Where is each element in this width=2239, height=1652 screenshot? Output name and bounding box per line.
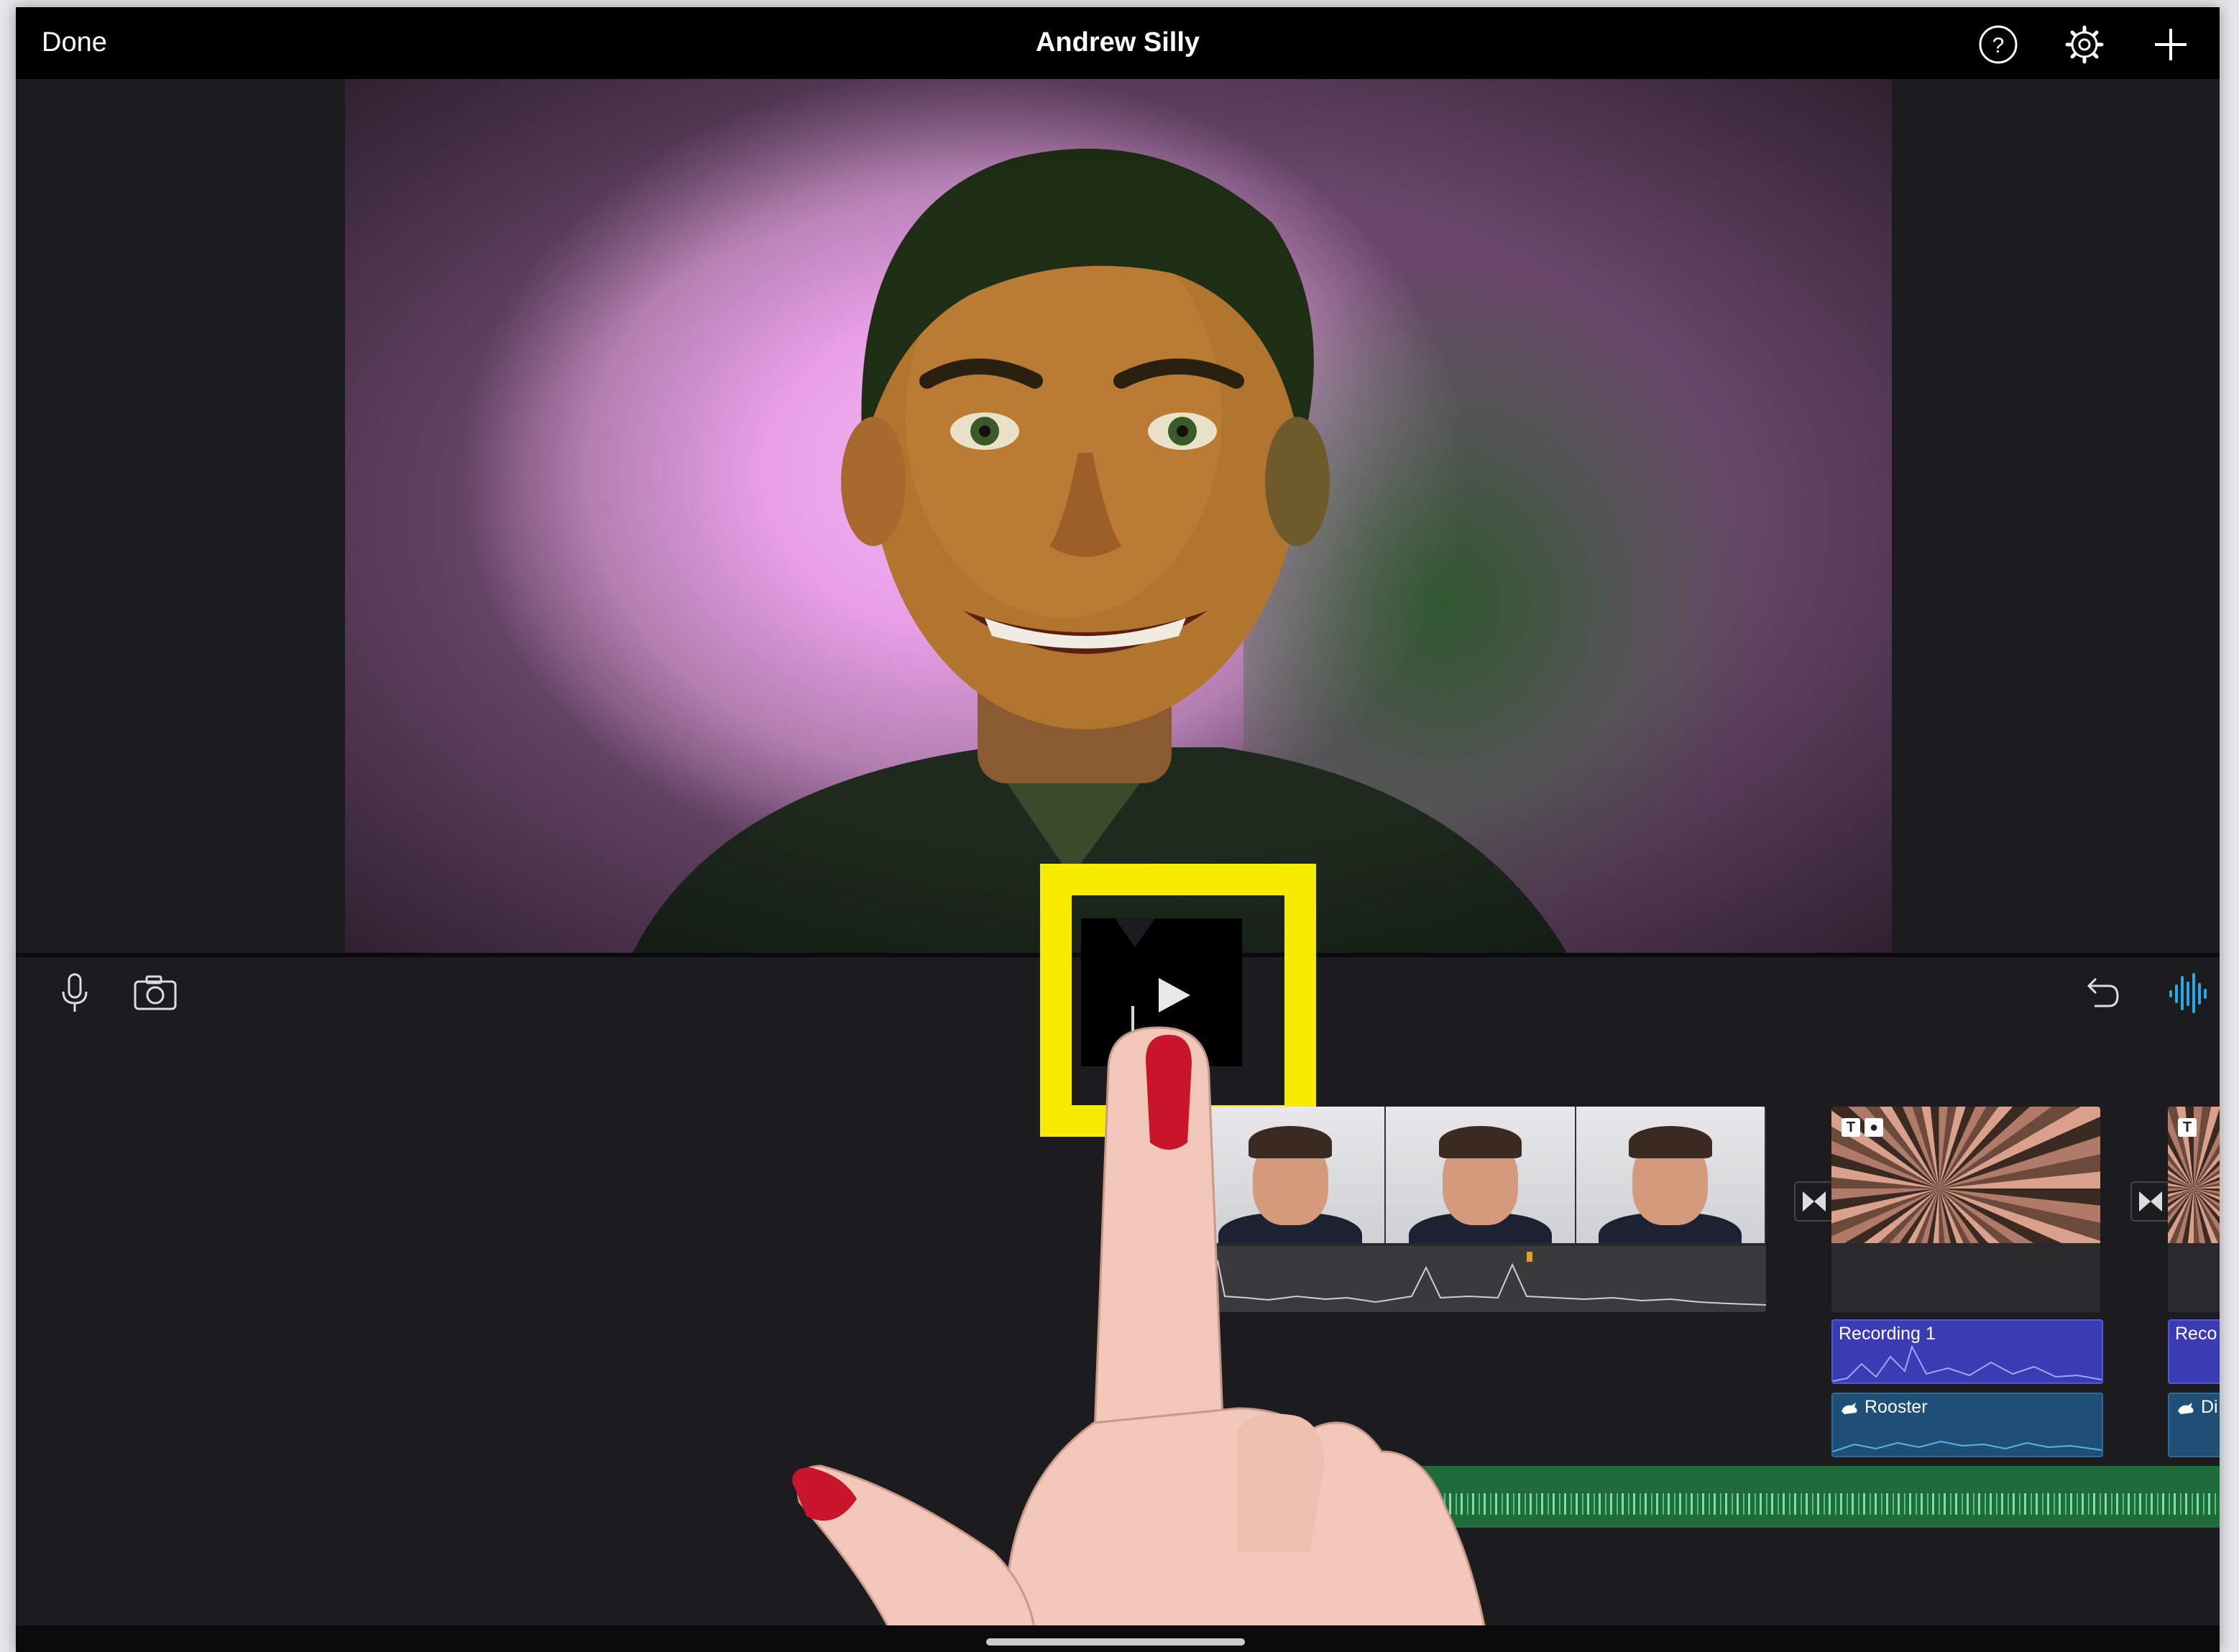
help-icon[interactable]: ? xyxy=(1977,23,2020,66)
sound-effect-clip[interactable]: Di xyxy=(2168,1393,2220,1457)
sound-effect-clip[interactable]: Rooster xyxy=(1831,1393,2103,1457)
title-icon: T xyxy=(1842,1118,1860,1137)
recording-label: Reco xyxy=(2175,1324,2217,1344)
voice-recording-clip[interactable]: Reco xyxy=(2168,1319,2220,1384)
microphone-icon[interactable] xyxy=(52,970,98,1016)
filter-icon: ● xyxy=(1865,1118,1883,1137)
voice-recording-clip[interactable]: Recording 1 xyxy=(1831,1319,2103,1384)
top-bar: Done Andrew Silly ? xyxy=(16,7,2220,79)
svg-text:?: ? xyxy=(1992,34,2005,57)
transition-icon[interactable] xyxy=(1794,1181,1834,1222)
transition-icon[interactable] xyxy=(2130,1181,2171,1222)
settings-gear-icon[interactable] xyxy=(2063,23,2106,66)
sound-effect-label: Di xyxy=(2201,1397,2218,1417)
video-clip-2[interactable]: T ● xyxy=(1831,1107,2100,1312)
title-icon: T xyxy=(2178,1118,2197,1137)
home-indicator[interactable] xyxy=(986,1638,1245,1646)
project-title: Andrew Silly xyxy=(1035,27,1200,57)
pointing-hand-illustration xyxy=(792,1026,1491,1652)
video-clip-3[interactable]: T xyxy=(2168,1107,2220,1312)
undo-icon[interactable] xyxy=(2079,970,2125,1016)
sound-effect-icon xyxy=(2178,1403,2194,1414)
video-viewer xyxy=(16,79,2220,953)
add-plus-icon[interactable] xyxy=(2149,23,2192,66)
video-preview-frame[interactable] xyxy=(345,79,1892,953)
vignette-overlay xyxy=(345,79,1892,953)
camera-icon[interactable] xyxy=(132,970,178,1016)
audio-waveform-icon[interactable] xyxy=(2165,970,2211,1016)
clip-thumbnail xyxy=(1576,1107,1766,1243)
imovie-screen: Done Andrew Silly ? T ● T Recording 1 Re… xyxy=(16,7,2220,1652)
